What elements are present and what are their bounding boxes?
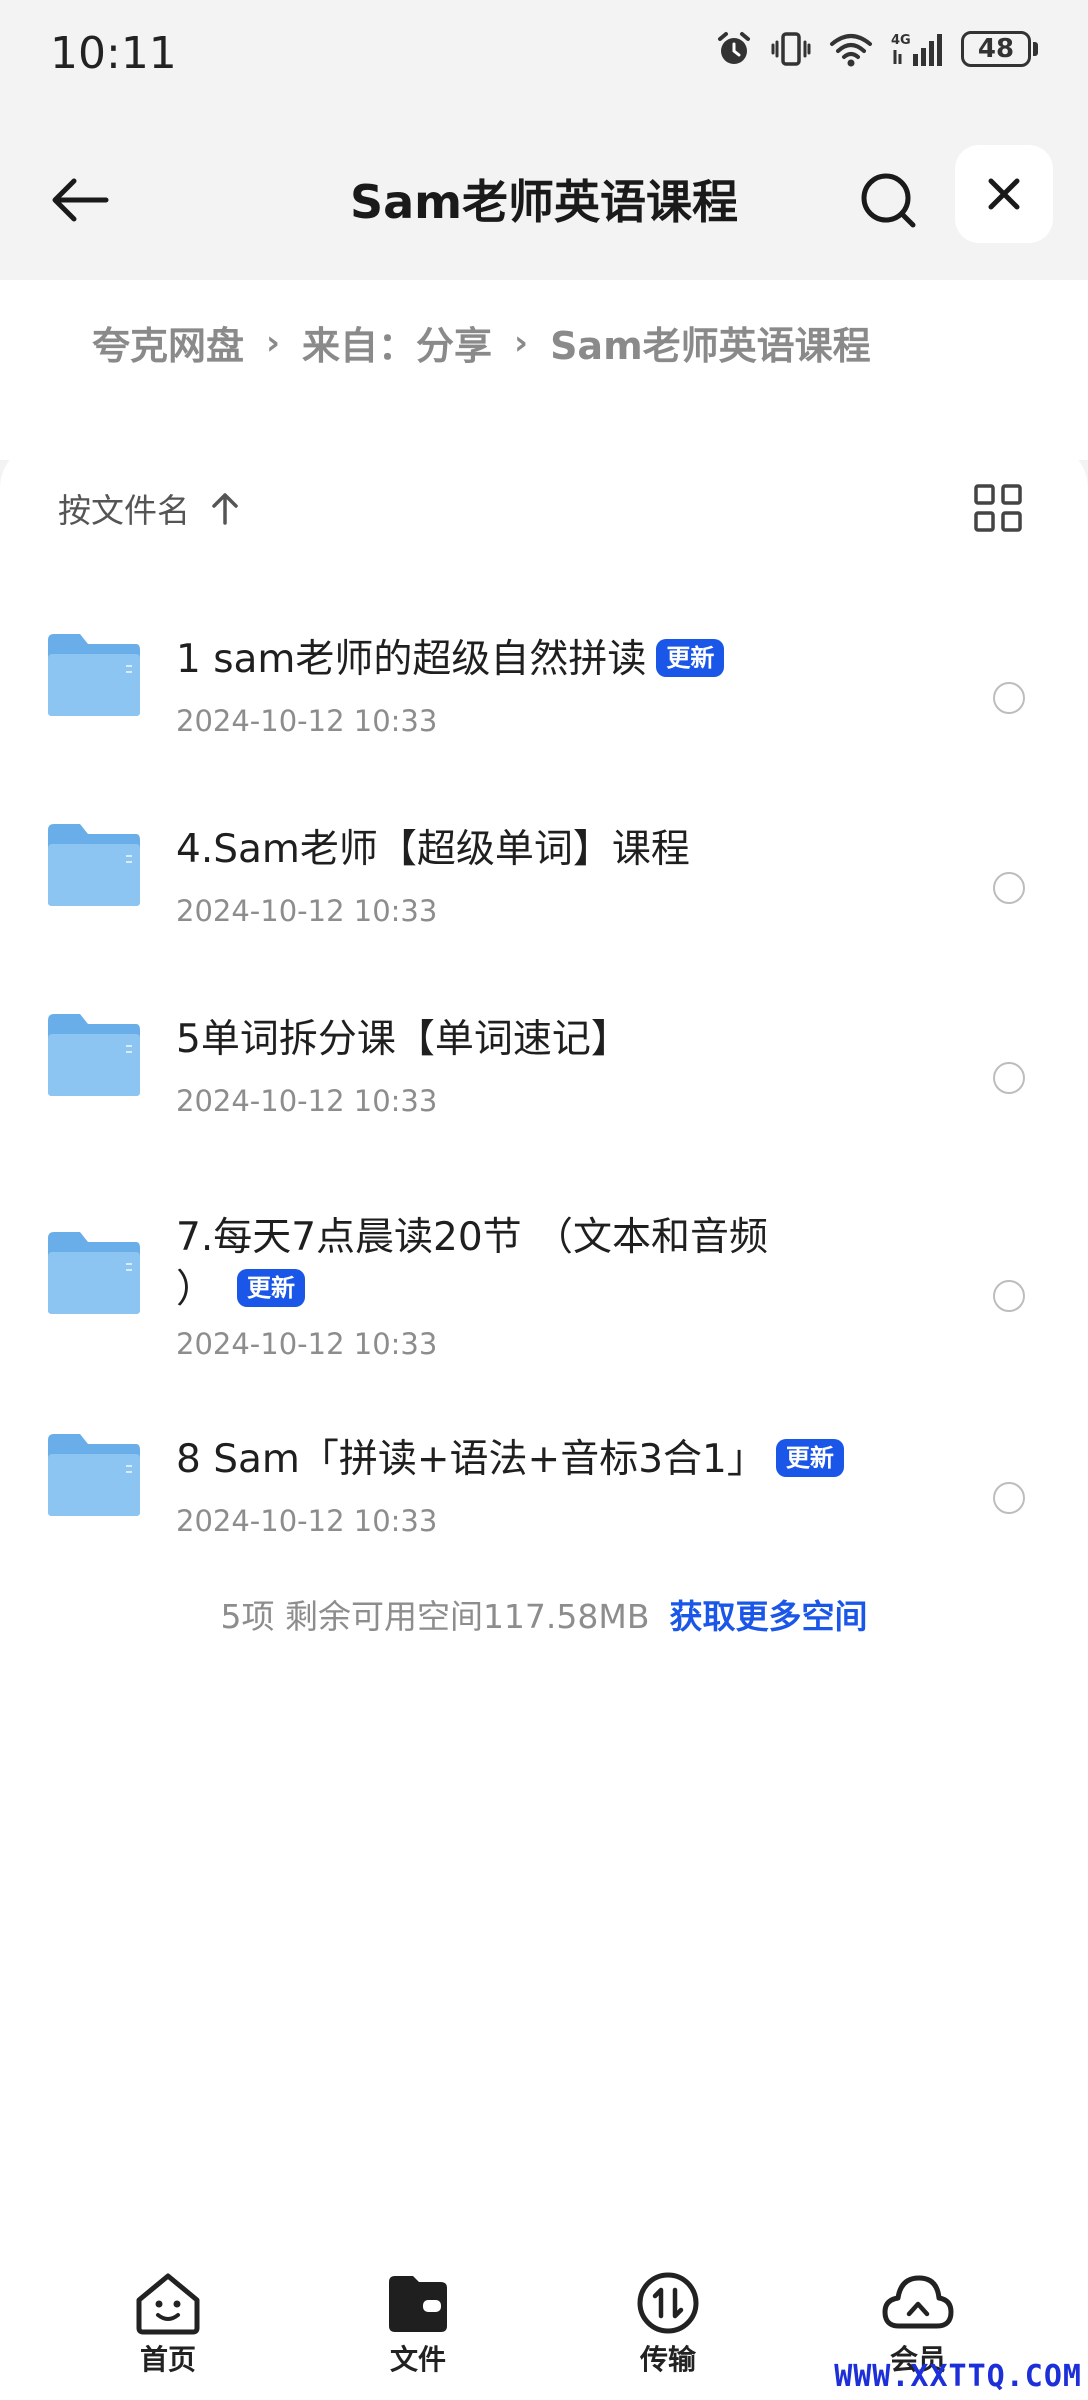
tab-label: 首页 bbox=[139, 2343, 196, 2376]
wifi-icon bbox=[830, 34, 872, 67]
cloud-icon bbox=[882, 2275, 954, 2329]
file-date: 2024-10-12 10:33 bbox=[176, 704, 438, 738]
folder-icon bbox=[48, 634, 140, 716]
folder-wallet-icon bbox=[389, 2276, 447, 2332]
watermark-text: WWW.XXTTQ.COM bbox=[834, 2359, 1082, 2394]
file-name: 5单词拆分课【单词速记】 bbox=[176, 1017, 630, 1062]
tab-transfer[interactable]: 传输 bbox=[598, 2270, 738, 2378]
sort-button[interactable]: 按文件名 bbox=[58, 484, 240, 532]
update-badge: 更新 bbox=[775, 1438, 844, 1477]
file-panel: 按文件名 1 sam老师的超级自然拼读更新 2024-10-12 10:33 bbox=[0, 442, 1088, 2400]
alarm-icon bbox=[718, 32, 750, 64]
select-radio[interactable] bbox=[993, 682, 1025, 714]
file-name: 4.Sam老师【超级单词】课程 bbox=[176, 827, 690, 872]
close-button[interactable] bbox=[955, 145, 1053, 243]
list-item[interactable]: 7.每天7点晨读20节 （文本和音频 ）更新 2024-10-12 10:33 bbox=[0, 1182, 1088, 1382]
folder-icon bbox=[48, 1434, 140, 1516]
signal-4g-icon: 4G bbox=[891, 33, 942, 66]
search-button[interactable] bbox=[848, 160, 928, 240]
chevron-right-icon: › bbox=[514, 322, 529, 363]
breadcrumb-area: 夸克网盘 › 来自：分享 › Sam老师英语课程 bbox=[0, 280, 1088, 460]
chevron-right-icon: › bbox=[266, 322, 281, 363]
storage-summary: 5项 剩余可用空间117.58MB 获取更多空间 bbox=[0, 1590, 1088, 1638]
close-icon bbox=[988, 178, 1020, 210]
status-icons: 4G 48 bbox=[715, 30, 1038, 68]
file-date: 2024-10-12 10:33 bbox=[176, 894, 438, 928]
select-radio[interactable] bbox=[993, 1482, 1025, 1514]
sort-label: 按文件名 bbox=[58, 491, 190, 530]
top-app-bar: Sam老师英语课程 bbox=[0, 130, 1088, 260]
file-date: 2024-10-12 10:33 bbox=[176, 1327, 438, 1361]
list-item[interactable]: 5单词拆分课【单词速记】 2024-10-12 10:33 bbox=[0, 992, 1088, 1152]
update-badge: 更新 bbox=[656, 638, 725, 677]
breadcrumb: 夸克网盘 › 来自：分享 › Sam老师英语课程 bbox=[92, 315, 871, 370]
svg-text:4G: 4G bbox=[891, 33, 911, 48]
breadcrumb-item-current: Sam老师英语课程 bbox=[550, 324, 871, 368]
file-date: 2024-10-12 10:33 bbox=[176, 1084, 438, 1118]
folder-icon bbox=[48, 824, 140, 906]
update-badge: 更新 bbox=[237, 1268, 306, 1307]
tab-label: 传输 bbox=[639, 2343, 696, 2376]
grid-view-icon[interactable] bbox=[972, 482, 1024, 534]
tab-home[interactable]: 首页 bbox=[98, 2270, 238, 2378]
folder-icon bbox=[48, 1014, 140, 1096]
home-face-icon bbox=[136, 2273, 200, 2335]
list-item[interactable]: 1 sam老师的超级自然拼读 更新 2024-10-12 10:33 bbox=[0, 612, 1088, 772]
search-icon bbox=[861, 173, 916, 228]
breadcrumb-item-share[interactable]: 来自：分享 bbox=[302, 315, 492, 370]
select-radio[interactable] bbox=[993, 1062, 1025, 1094]
storage-summary-text: 5项 剩余可用空间117.58MB bbox=[220, 1597, 650, 1636]
breadcrumb-item-root[interactable]: 夸克网盘 bbox=[92, 315, 244, 370]
transfer-icon bbox=[637, 2272, 699, 2334]
battery-indicator: 48 bbox=[961, 31, 1031, 67]
status-time: 10:11 bbox=[50, 28, 177, 79]
arrow-up-icon bbox=[212, 493, 238, 525]
tab-label: 文件 bbox=[389, 2343, 446, 2376]
select-radio[interactable] bbox=[993, 1280, 1025, 1312]
select-radio[interactable] bbox=[993, 872, 1025, 904]
file-name: 7.每天7点晨读20节 （文本和音频 ）更新 bbox=[176, 1215, 769, 1312]
vibrate-icon bbox=[771, 32, 811, 66]
tab-files[interactable]: 文件 bbox=[348, 2270, 488, 2378]
battery-tip bbox=[1033, 42, 1038, 56]
list-item[interactable]: 4.Sam老师【超级单词】课程 2024-10-12 10:33 bbox=[0, 802, 1088, 962]
file-name: 8 Sam「拼读+语法+音标3合1」 更新 bbox=[176, 1434, 844, 1486]
folder-icon bbox=[48, 1232, 140, 1314]
get-more-space-link[interactable]: 获取更多空间 bbox=[670, 1597, 868, 1636]
file-name: 1 sam老师的超级自然拼读 更新 bbox=[176, 634, 725, 686]
list-item[interactable]: 8 Sam「拼读+语法+音标3合1」 更新 2024-10-12 10:33 bbox=[0, 1412, 1088, 1572]
status-bar: 10:11 4G 48 bbox=[0, 0, 1088, 115]
file-date: 2024-10-12 10:33 bbox=[176, 1504, 438, 1538]
